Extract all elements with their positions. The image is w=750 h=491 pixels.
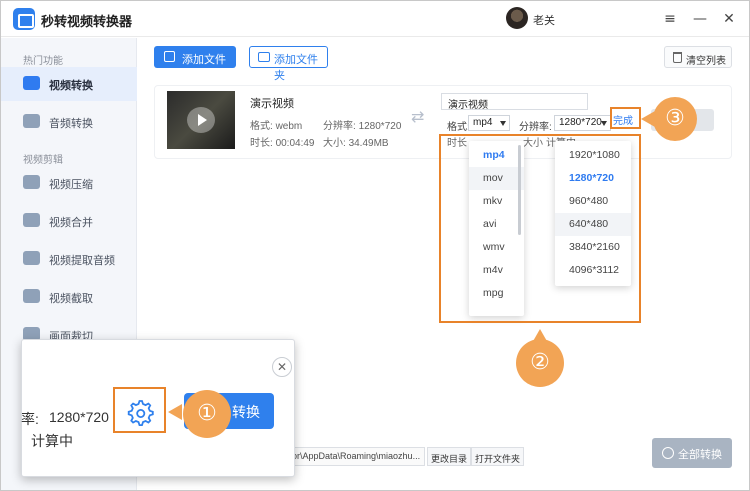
sidebar-item-audio-convert[interactable]: 音频转换: [1, 105, 137, 139]
zoom-convert-label: 转换: [232, 404, 260, 420]
add-folder-icon: [258, 52, 270, 62]
file-duration-info: 时长: 00:04:49: [250, 134, 315, 149]
sidebar-item-label: 视频合并: [49, 217, 93, 229]
done-highlight-box: [610, 107, 641, 129]
add-file-icon: [164, 51, 175, 62]
video-merge-icon: [23, 213, 40, 227]
change-dir-button[interactable]: 更改目录: [427, 447, 472, 466]
convert-all-icon: [662, 447, 674, 459]
zoom-close-icon[interactable]: ✕: [272, 357, 292, 377]
zoom-resolution: 1280*720: [49, 409, 109, 425]
file-resolution-info: 分辨率: 1280*720: [323, 117, 401, 132]
chevron-down-icon: [601, 121, 607, 126]
output-resolution-label: 分辨率:: [519, 122, 552, 133]
convert-all-button[interactable]: 全部转换: [652, 438, 732, 468]
menu-icon[interactable]: ≡: [660, 9, 680, 29]
clear-list-button[interactable]: 清空列表: [664, 46, 732, 68]
video-compress-icon: [23, 175, 40, 189]
sidebar-item-label: 视频截取: [49, 293, 93, 305]
add-folder-label: 添加文件夹: [274, 54, 318, 82]
sidebar-item-video-merge[interactable]: 视频合并: [1, 204, 137, 238]
minimize-icon[interactable]: —: [690, 9, 710, 29]
sidebar-group-hot: 热门功能: [23, 56, 63, 67]
user-name[interactable]: 老关: [533, 12, 555, 28]
file-format-value: webm: [275, 121, 303, 132]
sidebar-item-video-convert[interactable]: 视频转换: [1, 67, 137, 101]
chevron-down-icon: [500, 121, 506, 126]
settings-highlight-box: [113, 387, 166, 433]
file-format-label: 格式:: [250, 121, 276, 132]
zoom-status: 计算中: [31, 433, 73, 449]
zoom-rate-label: 率:: [21, 411, 39, 427]
sidebar-item-video-compress[interactable]: 视频压缩: [1, 166, 137, 200]
play-icon[interactable]: [187, 107, 215, 133]
close-icon[interactable]: ✕: [719, 9, 739, 29]
resolution-select[interactable]: 1280*720: [554, 115, 611, 131]
format-select-value: mp4: [473, 117, 493, 128]
extract-audio-icon: [23, 251, 40, 265]
add-file-label: 添加文件: [182, 54, 226, 66]
video-convert-icon: [23, 76, 40, 90]
sidebar-item-extract-audio[interactable]: 视频提取音频: [1, 242, 137, 276]
step-two-badge: ②: [516, 339, 564, 387]
gear-icon[interactable]: [115, 389, 164, 431]
add-file-button[interactable]: 添加文件: [154, 46, 236, 68]
title-bar: 秒转视频转换器 老关 ≡ — ✕: [1, 1, 749, 37]
output-name-field[interactable]: 演示视频: [441, 93, 588, 111]
file-resolution-value: 1280*720: [358, 121, 402, 132]
file-resolution-label: 分辨率:: [323, 121, 359, 132]
step-three-badge: ③: [653, 97, 697, 141]
sidebar-group-edit: 视频剪辑: [23, 155, 63, 166]
file-size-value: 34.49MB: [348, 138, 389, 149]
file-size-info: 大小: 34.49MB: [323, 134, 389, 149]
video-cut-icon: [23, 289, 40, 303]
sidebar-item-label: 音频转换: [49, 118, 93, 130]
output-format-label: 格式:: [447, 122, 470, 133]
convert-all-label: 全部转换: [678, 449, 722, 461]
app-title: 秒转视频转换器: [41, 14, 133, 29]
badge-one-pointer: [168, 404, 182, 420]
format-select[interactable]: mp4: [468, 115, 510, 131]
sidebar-item-label: 视频转换: [49, 80, 93, 92]
sidebar-item-label: 视频提取音频: [49, 255, 115, 267]
file-name: 演示视频: [250, 98, 294, 110]
avatar[interactable]: [506, 7, 528, 29]
app-window: 秒转视频转换器 老关 ≡ — ✕ 热门功能 视频转换 音频转换 视频剪辑 视频压…: [0, 0, 750, 491]
file-size-label: 大小:: [323, 138, 349, 149]
swap-icon: ⇄: [411, 107, 425, 126]
audio-convert-icon: [23, 114, 40, 128]
add-folder-button[interactable]: 添加文件夹: [249, 46, 328, 82]
step-one-badge: ①: [183, 390, 231, 438]
sidebar-item-video-cut[interactable]: 视频截取: [1, 280, 137, 314]
open-folder-button[interactable]: 打开文件夹: [471, 447, 525, 466]
file-duration-label: 时长:: [250, 138, 276, 149]
file-format-info: 格式: webm: [250, 117, 302, 132]
sidebar-item-label: 视频压缩: [49, 179, 93, 191]
resolution-select-value: 1280*720: [559, 117, 602, 128]
app-logo-icon: [13, 8, 35, 30]
trash-icon: [673, 52, 682, 63]
file-duration-value: 00:04:49: [275, 138, 315, 149]
output-path-field[interactable]: or\AppData\Roaming\miaozhu...: [289, 447, 425, 466]
clear-list-label: 清空列表: [686, 56, 726, 67]
dropdowns-highlight-box: [439, 134, 641, 323]
